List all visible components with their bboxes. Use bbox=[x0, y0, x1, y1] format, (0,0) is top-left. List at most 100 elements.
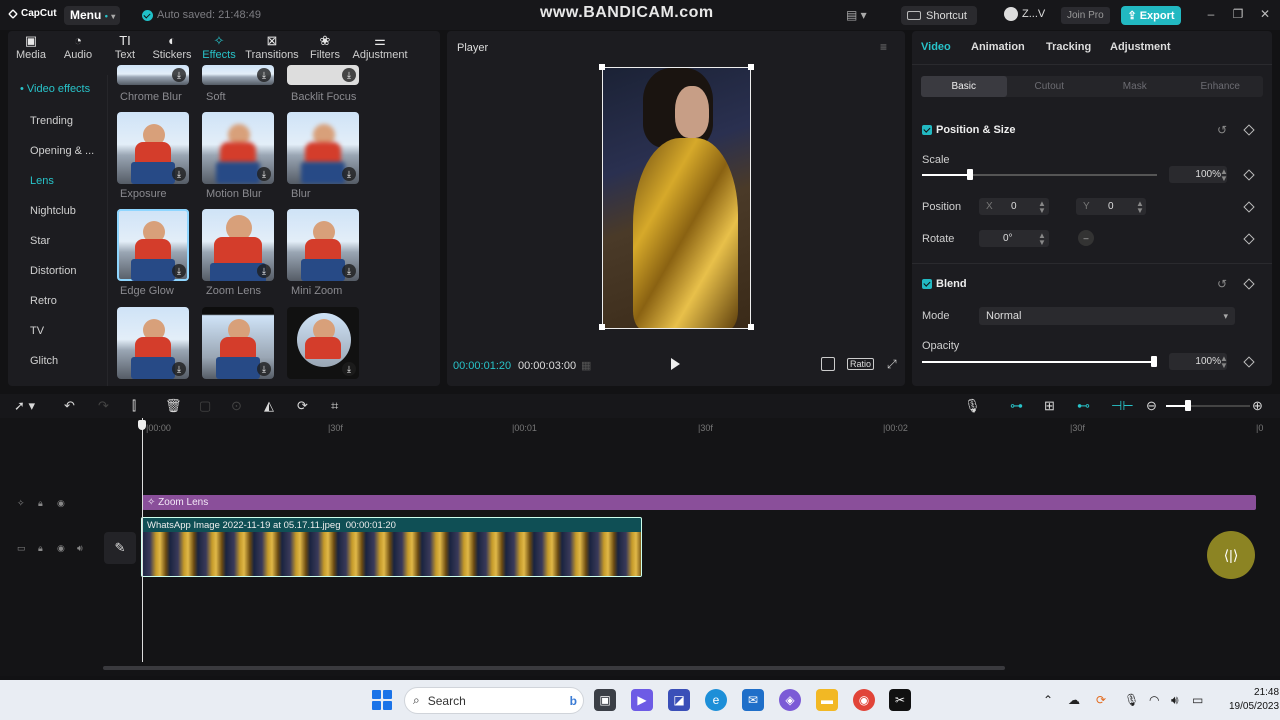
subtab-enhance[interactable]: Enhance bbox=[1178, 76, 1264, 97]
film-strip-icon[interactable]: ▦ bbox=[581, 359, 591, 372]
zoom-out-icon[interactable]: ⊖ bbox=[1146, 398, 1157, 414]
freeze-icon[interactable]: ▢ bbox=[199, 398, 211, 414]
reset-icon[interactable]: ↺ bbox=[1217, 123, 1227, 137]
fullscreen-icon[interactable]: ⤢ bbox=[887, 357, 897, 372]
tab-adjustment[interactable]: Adjustment bbox=[1110, 41, 1171, 53]
effect-thumb[interactable]: ⤓ bbox=[117, 307, 189, 379]
video-preview[interactable] bbox=[602, 67, 751, 329]
effect-thumb-chrome-blur[interactable]: ⤓ bbox=[117, 65, 189, 85]
split-icon[interactable]: ⫿ bbox=[132, 398, 136, 414]
effect-thumb-zoom-lens[interactable]: ⤓ bbox=[202, 209, 274, 281]
blend-mode-select[interactable]: Normal ▾ bbox=[979, 307, 1235, 325]
effect-thumb-soft[interactable]: ⤓ bbox=[202, 65, 274, 85]
play-icon[interactable] bbox=[671, 358, 680, 370]
effect-thumb-mini-zoom[interactable]: ⤓ bbox=[287, 209, 359, 281]
category-glitch[interactable]: Glitch bbox=[30, 355, 58, 367]
tab-adjustment[interactable]: ⚌ Adjustment bbox=[348, 31, 412, 65]
microphone-icon[interactable]: 🎙︎ bbox=[964, 398, 981, 414]
file-explorer-icon[interactable]: ▬ bbox=[816, 689, 838, 711]
tab-animation[interactable]: Animation bbox=[971, 41, 1025, 53]
hamburger-icon[interactable]: ≡ bbox=[880, 40, 887, 54]
auto-snap-icon[interactable]: ⊶ bbox=[1010, 398, 1023, 414]
stepper-icon[interactable]: ▲ ▼ bbox=[1038, 232, 1046, 247]
crop-icon[interactable]: ⌗ bbox=[331, 398, 338, 414]
opacity-slider-knob[interactable] bbox=[1151, 356, 1157, 367]
effect-track-clip[interactable]: ✧ Zoom Lens bbox=[142, 495, 1256, 510]
microphone-icon[interactable]: 🎙︎ bbox=[1124, 693, 1139, 707]
position-size-header[interactable]: Position & Size bbox=[922, 124, 1015, 136]
select-cursor-icon[interactable]: ➚ ▾ bbox=[14, 398, 35, 414]
keyframe-icon[interactable] bbox=[1243, 169, 1255, 181]
reverse-icon[interactable]: ⊙ bbox=[231, 398, 242, 414]
undo-icon[interactable]: ↶ bbox=[64, 398, 75, 414]
reset-icon[interactable]: ↺ bbox=[1217, 277, 1227, 291]
tab-tracking[interactable]: Tracking bbox=[1046, 41, 1091, 53]
effect-thumb-backlit-focus[interactable]: ⤓ bbox=[287, 65, 359, 85]
maximize-icon[interactable]: ❐ bbox=[1231, 7, 1245, 21]
lock-icon[interactable]: 🔒︎ bbox=[38, 498, 43, 509]
capcut-taskbar-icon[interactable]: ✂ bbox=[889, 689, 911, 711]
wifi-icon[interactable]: ◠ bbox=[1149, 693, 1159, 707]
cover-icon[interactable]: ▭ bbox=[17, 543, 26, 554]
tab-effects[interactable]: ✧ Effects bbox=[196, 31, 242, 65]
preview-axis-icon[interactable]: ⊷ bbox=[1077, 398, 1090, 414]
export-button[interactable]: ⇪ Export bbox=[1121, 6, 1181, 25]
category-tv[interactable]: TV bbox=[30, 325, 44, 337]
eye-icon[interactable]: ◉ bbox=[57, 543, 65, 554]
rotate-icon[interactable]: ⟳ bbox=[297, 398, 308, 414]
resize-handle[interactable] bbox=[748, 64, 754, 70]
keyframe-icon[interactable] bbox=[1243, 278, 1255, 290]
opacity-input[interactable]: 100% bbox=[1169, 353, 1227, 370]
category-lens[interactable]: Lens bbox=[30, 175, 54, 187]
sync-icon[interactable]: ⟳ bbox=[1096, 693, 1106, 707]
effect-thumb[interactable]: ⤓ bbox=[287, 307, 359, 379]
category-header[interactable]: • Video effects bbox=[20, 83, 90, 95]
minimize-icon[interactable]: – bbox=[1204, 7, 1218, 21]
tab-video[interactable]: Video bbox=[921, 41, 951, 53]
link-icon[interactable]: ⊞ bbox=[1044, 398, 1055, 414]
category-distortion[interactable]: Distortion bbox=[30, 265, 76, 277]
resize-handle[interactable] bbox=[599, 324, 605, 330]
category-nightclub[interactable]: Nightclub bbox=[30, 205, 76, 217]
eye-icon[interactable]: ◉ bbox=[57, 498, 65, 509]
effect-thumb-blur[interactable]: ⤓ bbox=[287, 112, 359, 184]
subtab-cutout[interactable]: Cutout bbox=[1007, 76, 1093, 97]
opacity-slider-track[interactable] bbox=[922, 361, 1154, 363]
subtab-mask[interactable]: Mask bbox=[1092, 76, 1178, 97]
keyframe-icon[interactable] bbox=[1243, 201, 1255, 213]
close-icon[interactable]: ✕ bbox=[1258, 7, 1272, 21]
scale-slider-track[interactable] bbox=[970, 174, 1157, 176]
scale-slider-knob[interactable] bbox=[967, 169, 973, 180]
edit-cover-button[interactable]: ✎ bbox=[104, 532, 136, 564]
category-trending[interactable]: Trending bbox=[30, 115, 73, 127]
tab-audio[interactable]: ◔ Audio bbox=[54, 31, 102, 65]
chrome-icon[interactable]: ◉ bbox=[853, 689, 875, 711]
main-track-magnet-icon[interactable]: ⊣⊢ bbox=[1111, 398, 1134, 414]
taskbar-search[interactable]: ⌕ Search b bbox=[404, 687, 584, 714]
speaker-icon[interactable]: 🔊︎ bbox=[77, 543, 83, 554]
blend-header[interactable]: Blend bbox=[922, 278, 967, 290]
stepper-icon[interactable]: ▲ ▼ bbox=[1220, 355, 1228, 370]
mail-icon[interactable]: ✉ bbox=[742, 689, 764, 711]
category-opening[interactable]: Opening & ... bbox=[30, 145, 94, 157]
tab-filters[interactable]: ❀ Filters bbox=[302, 31, 348, 65]
ratio-button[interactable]: Ratio bbox=[847, 358, 875, 370]
teams-icon[interactable]: ▶ bbox=[631, 689, 653, 711]
redo-icon[interactable]: ↷ bbox=[98, 398, 109, 414]
resize-handle[interactable] bbox=[748, 324, 754, 330]
keyframe-icon[interactable] bbox=[1243, 233, 1255, 245]
layout-icon[interactable]: ▤ ▾ bbox=[846, 8, 867, 22]
volume-icon[interactable]: 🔊︎ bbox=[1171, 693, 1179, 708]
subtab-basic[interactable]: Basic bbox=[921, 76, 1007, 97]
shortcut-button[interactable]: Shortcut bbox=[901, 6, 977, 25]
lock-icon[interactable]: 🔒︎ bbox=[38, 543, 43, 554]
stepper-icon[interactable]: ▲ ▼ bbox=[1038, 200, 1046, 215]
chevron-up-icon[interactable]: ⌃ bbox=[1043, 693, 1053, 707]
playhead-handle[interactable] bbox=[138, 420, 146, 430]
app-icon[interactable]: ◈ bbox=[779, 689, 801, 711]
system-clock[interactable]: 21:48 19/05/2023 bbox=[1229, 686, 1279, 714]
stepper-icon[interactable]: ▲ ▼ bbox=[1136, 200, 1144, 215]
effect-thumb-exposure[interactable]: ⤓ bbox=[117, 112, 189, 184]
timeline-scrollbar[interactable] bbox=[103, 666, 1005, 670]
zoom-in-icon[interactable]: ⊕ bbox=[1252, 398, 1263, 414]
